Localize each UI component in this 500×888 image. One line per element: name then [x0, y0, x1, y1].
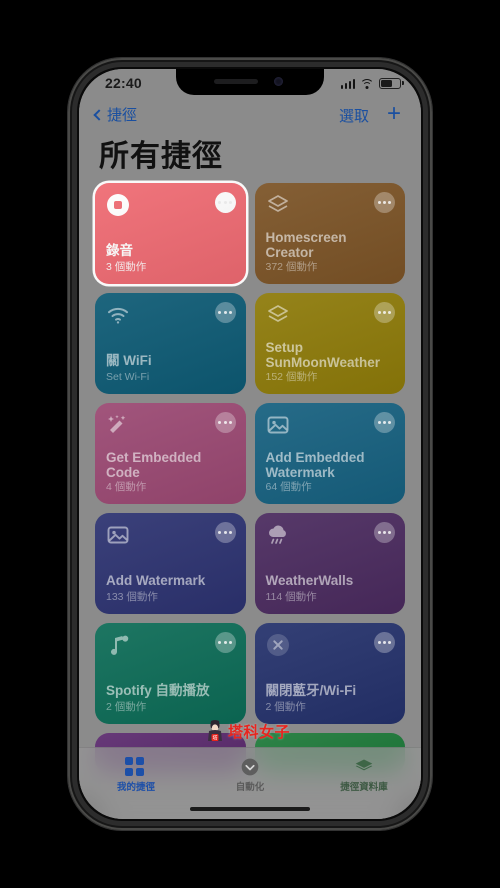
shortcut-subtitle: 2 個動作 — [106, 701, 147, 713]
cloud-rain-icon — [266, 523, 290, 547]
photo-icon — [266, 413, 290, 437]
layers-icon — [266, 303, 290, 327]
shortcut-card[interactable]: 關閉藍牙/Wi-Fi 2 個動作 — [254, 623, 405, 724]
watermark: 塔 塔科女子 — [205, 719, 290, 743]
shortcuts-grid: 錄音 3 個動作 Homescreen Creator 372 個動作關 WiFi Se… — [79, 177, 421, 773]
shortcut-subtitle: Set Wi-Fi — [106, 371, 150, 383]
shortcut-card[interactable]: WeatherWalls 114 個動作 — [254, 513, 405, 614]
shortcut-title: Setup SunMoonWeather — [265, 340, 381, 370]
shortcut-title: Add Embedded Watermark — [265, 450, 365, 480]
chevron-left-icon — [93, 108, 105, 121]
tab-label: 捷徑資料庫 — [340, 781, 388, 793]
home-indicator[interactable] — [190, 806, 310, 811]
back-button-label: 捷徑 — [107, 107, 138, 124]
status-indicators — [340, 78, 404, 89]
shortcut-title: 錄音 — [106, 243, 133, 258]
shortcut-more-button[interactable] — [374, 522, 395, 543]
shortcut-more-button[interactable] — [214, 632, 236, 653]
shortcut-subtitle: 2 個動作 — [265, 701, 306, 713]
shortcut-card[interactable]: 錄音 3 個動作 — [95, 183, 246, 284]
mascot-icon: 塔 — [205, 719, 225, 743]
shortcut-card[interactable]: Homescreen Creator 372 個動作 — [254, 183, 405, 284]
grid-icon — [125, 756, 147, 777]
shortcut-subtitle: 372 個動作 — [265, 261, 318, 273]
shortcut-more-button[interactable] — [374, 192, 395, 213]
shortcut-title: Homescreen Creator — [265, 230, 347, 260]
music-note-icon — [106, 633, 130, 657]
back-button[interactable]: 捷徑 — [93, 104, 138, 125]
shortcut-card[interactable]: Spotify 自動播放 2 個動作 — [95, 623, 246, 724]
page-title: 所有捷徑 — [99, 140, 223, 173]
add-shortcut-button[interactable]: + — [387, 101, 401, 127]
shortcut-title: Add Watermark — [106, 573, 206, 588]
shortcut-subtitle: 3 個動作 — [106, 261, 147, 273]
magic-wand-icon — [106, 413, 130, 437]
x-circle-icon — [266, 633, 290, 657]
shortcut-more-button[interactable] — [214, 302, 236, 323]
shortcut-card[interactable]: 關 WiFi Set Wi-Fi — [95, 293, 246, 394]
tab-label: 我的捷徑 — [116, 781, 155, 793]
layers-icon — [353, 757, 375, 777]
grid-icon — [125, 756, 144, 776]
screenshot-root: 22:40 捷徑 選取 + 所有捷徑 錄音 3 個動作 Homescreen C… — [0, 0, 500, 888]
battery-icon — [379, 78, 404, 89]
tab-label: 自動化 — [235, 781, 265, 793]
status-time: 22:40 — [105, 75, 142, 91]
shortcut-more-button[interactable] — [374, 412, 395, 433]
shortcut-title: Get Embedded Code — [106, 450, 202, 480]
shortcut-subtitle: 114 個動作 — [265, 591, 317, 603]
wifi-icon — [106, 303, 130, 327]
wifi-icon — [360, 78, 374, 89]
shortcut-title: Spotify 自動播放 — [106, 683, 210, 698]
shortcut-subtitle: 133 個動作 — [106, 591, 158, 603]
earpiece-speaker — [214, 79, 258, 84]
shortcut-more-button[interactable] — [374, 632, 395, 653]
layers-icon — [266, 193, 290, 217]
shortcut-more-button[interactable] — [214, 192, 236, 213]
tab-gallery[interactable]: 捷徑資料庫 — [307, 753, 421, 796]
tab-my-shortcuts[interactable]: 我的捷徑 — [79, 753, 193, 796]
tab-bar: 我的捷徑 自動化 捷徑資料庫 — [79, 747, 421, 819]
phone-screen: 22:40 捷徑 選取 + 所有捷徑 錄音 3 個動作 Homescreen C… — [79, 69, 421, 819]
shortcut-more-button[interactable] — [214, 412, 236, 433]
front-camera-icon — [274, 77, 283, 86]
select-button[interactable]: 選取 — [339, 105, 369, 126]
shortcut-card[interactable]: Add Watermark 133 個動作 — [95, 513, 246, 614]
shortcut-card[interactable]: Get Embedded Code 4 個動作 — [95, 403, 246, 504]
clock-icon — [239, 757, 261, 777]
shortcut-title: 關閉藍牙/Wi-Fi — [265, 683, 357, 698]
nav-bar: 捷徑 選取 + — [79, 101, 421, 132]
notch — [176, 69, 324, 95]
shortcut-card[interactable]: Add Embedded Watermark 64 個動作 — [254, 403, 405, 504]
tab-automation[interactable]: 自動化 — [193, 753, 307, 796]
shortcut-more-button[interactable] — [214, 522, 236, 543]
svg-text:塔: 塔 — [212, 735, 217, 742]
shortcut-subtitle: 64 個動作 — [265, 481, 312, 493]
shortcut-title: WeatherWalls — [265, 573, 354, 588]
shortcut-card[interactable]: Setup SunMoonWeather 152 個動作 — [254, 293, 405, 394]
record-stop-icon — [106, 193, 130, 217]
shortcut-more-button[interactable] — [374, 302, 395, 323]
watermark-text: 塔科女子 — [228, 723, 291, 741]
photo-icon — [106, 523, 130, 547]
shortcut-subtitle: 4 個動作 — [106, 481, 147, 493]
shortcut-subtitle: 152 個動作 — [265, 371, 318, 383]
cellular-bars-icon — [340, 78, 355, 89]
shortcut-title: 關 WiFi — [106, 353, 152, 368]
